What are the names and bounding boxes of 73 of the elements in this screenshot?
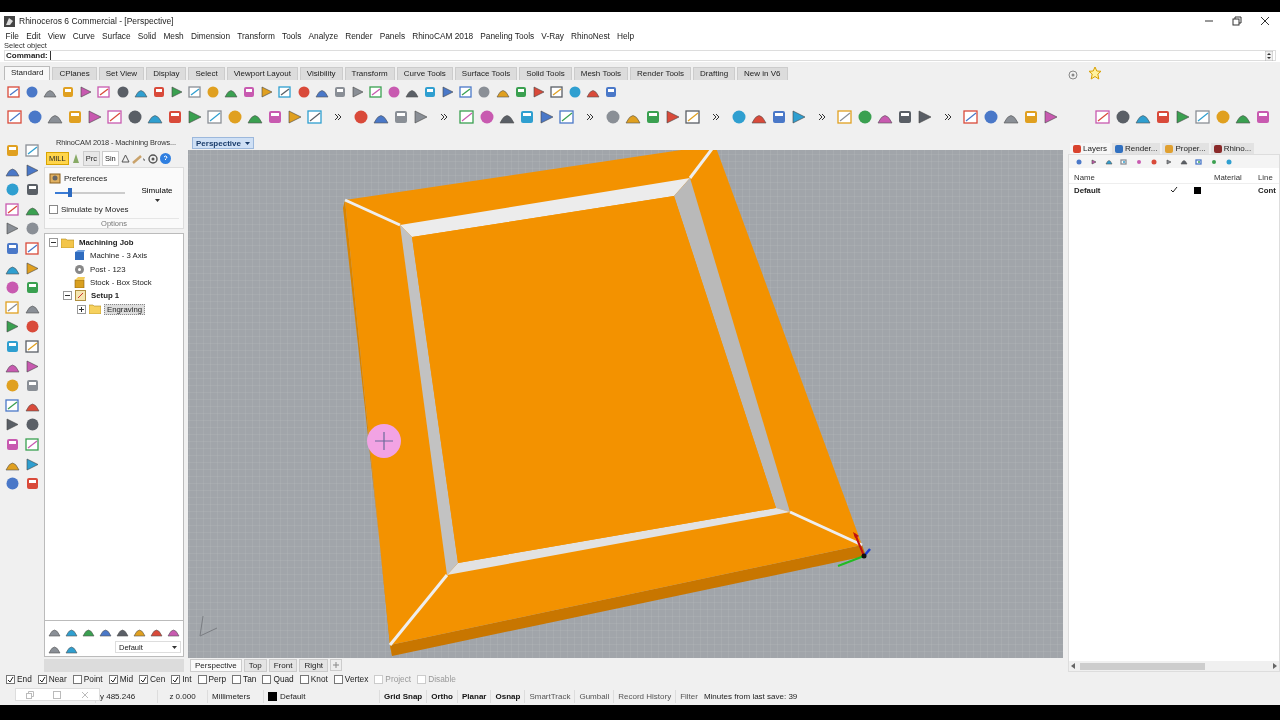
- menu-item[interactable]: Tools: [278, 31, 305, 41]
- status-toggle[interactable]: SmartTrack: [525, 690, 576, 703]
- menu-item[interactable]: RhinoNest: [567, 31, 614, 41]
- menu-item[interactable]: Mesh: [159, 31, 188, 41]
- panel-tab[interactable]: Render...: [1112, 143, 1161, 154]
- menu-item[interactable]: Curve: [69, 31, 99, 41]
- command-label: Command:: [6, 51, 48, 60]
- toolbar-tab[interactable]: Curve Tools: [396, 67, 453, 80]
- toolbar-tab[interactable]: Drafting: [693, 67, 736, 80]
- checkbox-label: Project: [385, 674, 412, 684]
- menu-item[interactable]: RhinoCAM 2018: [408, 31, 477, 41]
- save-status: Minutes from last save: 39: [702, 692, 798, 701]
- z-coordinate: z 0.000: [158, 690, 208, 703]
- current-layer[interactable]: Default: [264, 690, 380, 703]
- checkbox-label: Tan: [243, 674, 257, 684]
- viewport-tab[interactable]: Front: [268, 658, 298, 672]
- menu-item[interactable]: Paneling Tools: [476, 31, 538, 41]
- checkbox-label: Disable: [428, 674, 456, 684]
- preferences-label[interactable]: Preferences: [64, 173, 108, 183]
- status-toggle[interactable]: Record History: [614, 690, 677, 703]
- menu-item[interactable]: Edit: [22, 31, 45, 41]
- menu-item[interactable]: Render: [341, 31, 377, 41]
- toolbar-tab[interactable]: Standard: [4, 66, 51, 80]
- toolbar-tab[interactable]: Set View: [98, 67, 145, 80]
- toolbar-tab[interactable]: Surface Tools: [454, 67, 518, 80]
- status-toggle[interactable]: Ortho: [427, 690, 458, 703]
- checkbox-label: End: [17, 674, 32, 684]
- simulate-button[interactable]: Simulate: [135, 170, 179, 218]
- menu-item[interactable]: Panels: [376, 31, 409, 41]
- checkbox-label: Quad: [273, 674, 294, 684]
- viewport-tab[interactable]: Perspective: [190, 658, 242, 672]
- toolbar-tab[interactable]: Mesh Tools: [573, 67, 629, 80]
- toolbar-tab[interactable]: Render Tools: [630, 67, 692, 80]
- command-field[interactable]: Command:: [4, 50, 1276, 61]
- menu-item[interactable]: Surface: [98, 31, 135, 41]
- menu-item[interactable]: Transform: [233, 31, 279, 41]
- menu-item[interactable]: Help: [613, 31, 638, 41]
- viewport-tab[interactable]: Top: [243, 658, 267, 672]
- checkbox-label: Int: [182, 674, 192, 684]
- checkbox-label: Cen: [150, 674, 166, 684]
- menu-item[interactable]: File: [2, 31, 23, 41]
- toolbar-tab[interactable]: Solid Tools: [519, 67, 572, 80]
- checkbox-label: Perp: [208, 674, 227, 684]
- panel-tab[interactable]: Layers: [1070, 143, 1110, 154]
- menu-item[interactable]: View: [44, 31, 70, 41]
- viewport-title[interactable]: Perspective: [192, 137, 254, 149]
- toolbar-tab[interactable]: CPlanes: [52, 67, 97, 80]
- checkbox-label: Point: [83, 674, 103, 684]
- checkbox-label: Simulate by Moves: [61, 204, 129, 214]
- toolbar-tab[interactable]: Select: [188, 67, 225, 80]
- toolbar-tab[interactable]: Viewport Layout: [226, 67, 298, 80]
- toolbar-tab[interactable]: Display: [146, 67, 187, 80]
- panel-tab[interactable]: Proper...: [1162, 143, 1209, 154]
- checkbox-label: Vertex: [344, 674, 369, 684]
- status-toggle[interactable]: Osnap: [491, 690, 526, 703]
- checkbox-label: Near: [48, 674, 67, 684]
- toolbar-tab[interactable]: Visibility: [299, 67, 343, 80]
- checkbox-label: Mid: [119, 674, 134, 684]
- status-toggle[interactable]: Grid Snap: [380, 690, 428, 703]
- status-toggle[interactable]: Gumball: [575, 690, 615, 703]
- checkbox-label: Knot: [310, 674, 328, 684]
- units-label: Millimeters: [208, 690, 264, 703]
- menu-item[interactable]: Analyze: [304, 31, 342, 41]
- toolbar-tab[interactable]: Transform: [344, 67, 395, 80]
- status-toggle[interactable]: Planar: [458, 690, 492, 703]
- window-title: Rhinoceros 6 Commercial - [Perspective]: [19, 16, 175, 26]
- panel-tab[interactable]: Rhino...: [1210, 143, 1255, 154]
- filter-button[interactable]: Filter: [676, 690, 702, 703]
- menu-item[interactable]: Dimension: [187, 31, 234, 41]
- toolbar-tab[interactable]: New in V6: [737, 67, 788, 80]
- menu-item[interactable]: V-Ray: [537, 31, 568, 41]
- viewport-tab[interactable]: Right: [299, 658, 329, 672]
- menu-item[interactable]: Solid: [134, 31, 160, 41]
